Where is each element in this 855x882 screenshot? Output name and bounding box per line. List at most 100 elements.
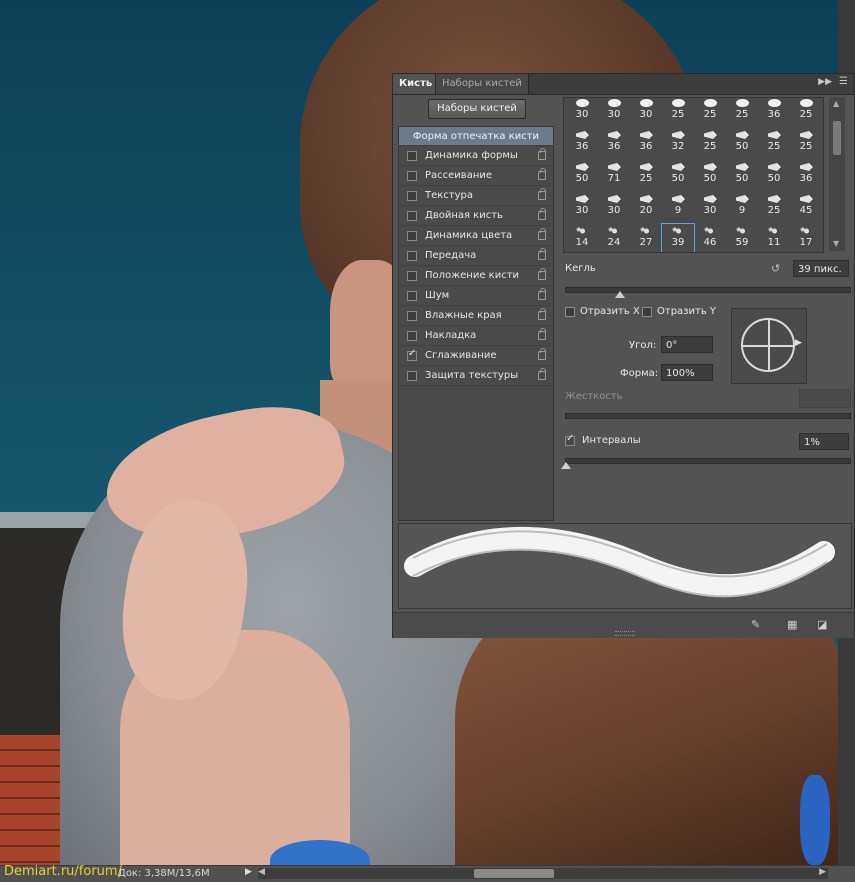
brush-tip[interactable]: 50	[726, 128, 758, 160]
reset-size-icon[interactable]: ↺	[771, 262, 780, 275]
lock-icon[interactable]	[538, 148, 546, 160]
scroll-thumb[interactable]	[474, 869, 554, 878]
spacing-box[interactable]	[565, 433, 575, 446]
option-checkbox[interactable]	[407, 231, 417, 241]
size-slider-knob[interactable]	[614, 291, 625, 298]
angle-field[interactable]: 0°	[661, 336, 713, 353]
lock-icon[interactable]	[538, 348, 546, 360]
new-preset-icon[interactable]: ◪	[817, 618, 827, 631]
lock-icon[interactable]	[538, 328, 546, 340]
brush-tip[interactable]: 36	[758, 98, 790, 128]
lock-icon[interactable]	[538, 208, 546, 220]
tips-scroll-thumb[interactable]	[833, 121, 841, 155]
brush-tip[interactable]: 30	[598, 98, 630, 128]
brush-tip[interactable]: 46	[694, 224, 726, 252]
brush-tip[interactable]: 25	[694, 98, 726, 128]
brush-tip[interactable]: 50	[662, 160, 694, 192]
tips-scrollbar[interactable]: ▲ ▼	[829, 97, 845, 251]
panel-menu-icon[interactable]: ☰	[839, 76, 848, 87]
brush-tip[interactable]: 39	[661, 223, 695, 252]
lock-icon[interactable]	[538, 268, 546, 280]
brush-tip[interactable]: 30	[566, 98, 598, 128]
lock-icon[interactable]	[538, 248, 546, 260]
scroll-right-icon[interactable]: ▶	[819, 867, 826, 877]
brush-tip[interactable]: 36	[630, 128, 662, 160]
roundness-field[interactable]: 100%	[661, 364, 713, 381]
brush-tip[interactable]: 50	[726, 160, 758, 192]
brush-tip[interactable]: 36	[790, 160, 822, 192]
brush-option-row[interactable]: Положение кисти	[399, 267, 553, 286]
brush-option-row[interactable]: Текстура	[399, 187, 553, 206]
brush-tip[interactable]: 25	[790, 98, 822, 128]
double-chevron-right-icon[interactable]: ▶▶	[818, 77, 832, 87]
brush-option-row[interactable]: Передача	[399, 247, 553, 266]
brush-option-row[interactable]: Накладка	[399, 327, 553, 346]
tab-brush-presets[interactable]: Наборы кистей	[435, 74, 529, 94]
brush-tip[interactable]: 25	[630, 160, 662, 192]
option-checkbox[interactable]	[407, 271, 417, 281]
brush-tip[interactable]: 30	[630, 98, 662, 128]
brush-tip[interactable]: 25	[726, 98, 758, 128]
brush-option-row[interactable]: Защита текстуры	[399, 367, 553, 386]
brush-tip[interactable]: 17	[790, 224, 822, 252]
brush-option-row[interactable]: Динамика формы	[399, 147, 553, 166]
scroll-down-icon[interactable]: ▼	[833, 239, 839, 248]
brush-tip[interactable]: 25	[662, 98, 694, 128]
brush-option-row[interactable]: Шум	[399, 287, 553, 306]
size-slider[interactable]	[565, 287, 851, 298]
brush-tip[interactable]: 9	[662, 192, 694, 224]
brush-tip[interactable]: 71	[598, 160, 630, 192]
scroll-up-icon[interactable]: ▲	[833, 99, 839, 108]
spacing-field[interactable]: 1%	[799, 433, 849, 450]
brush-tip[interactable]: 20	[630, 192, 662, 224]
brush-tip[interactable]: 11	[758, 224, 790, 252]
play-arrow-icon[interactable]: ▶	[245, 867, 252, 877]
option-checkbox[interactable]	[407, 171, 417, 181]
brush-tip[interactable]: 24	[598, 224, 630, 252]
brush-tip[interactable]: 25	[758, 128, 790, 160]
option-checkbox[interactable]	[407, 348, 417, 361]
brush-tip[interactable]: 50	[566, 160, 598, 192]
option-checkbox[interactable]	[407, 211, 417, 221]
brush-toggle-icon[interactable]: ✎	[751, 618, 760, 631]
size-field[interactable]: 39 пикс.	[793, 260, 849, 277]
resize-grip[interactable]	[615, 631, 635, 636]
angle-roundness-widget[interactable]: ▶	[731, 308, 807, 384]
flip-y-box[interactable]	[642, 307, 652, 317]
brush-tip[interactable]: 50	[758, 160, 790, 192]
brush-tip[interactable]: 25	[694, 128, 726, 160]
brush-option-row[interactable]: Двойная кисть	[399, 207, 553, 226]
option-checkbox[interactable]	[407, 311, 417, 321]
brush-tip-shape-item[interactable]: Форма отпечатка кисти	[399, 127, 553, 146]
angle-arrow-icon[interactable]: ▶	[795, 338, 802, 348]
option-checkbox[interactable]	[407, 151, 417, 161]
brush-tip[interactable]: 59	[726, 224, 758, 252]
brush-tip[interactable]: 27	[630, 224, 662, 252]
brush-tip[interactable]: 9	[726, 192, 758, 224]
brush-tip[interactable]: 30	[598, 192, 630, 224]
brush-option-row[interactable]: Сглаживание	[399, 347, 553, 366]
brush-tip[interactable]: 36	[566, 128, 598, 160]
brush-tip[interactable]: 50	[694, 160, 726, 192]
option-checkbox[interactable]	[407, 251, 417, 261]
lock-icon[interactable]	[538, 188, 546, 200]
grid-icon[interactable]: ▦	[787, 618, 797, 631]
brush-tip[interactable]: 30	[694, 192, 726, 224]
brush-tip[interactable]: 14	[566, 224, 598, 252]
option-checkbox[interactable]	[407, 191, 417, 201]
brush-tip[interactable]: 32	[662, 128, 694, 160]
lock-icon[interactable]	[538, 368, 546, 380]
option-checkbox[interactable]	[407, 371, 417, 381]
spacing-slider-knob[interactable]	[561, 462, 571, 469]
lock-icon[interactable]	[538, 228, 546, 240]
lock-icon[interactable]	[538, 168, 546, 180]
brush-tip[interactable]: 45	[790, 192, 822, 224]
lock-icon[interactable]	[538, 308, 546, 320]
spacing-slider[interactable]	[561, 458, 851, 469]
brush-tip[interactable]: 25	[790, 128, 822, 160]
lock-icon[interactable]	[538, 288, 546, 300]
scroll-left-icon[interactable]: ◀	[258, 867, 265, 877]
brush-option-row[interactable]: Динамика цвета	[399, 227, 553, 246]
brush-option-row[interactable]: Влажные края	[399, 307, 553, 326]
brush-option-row[interactable]: Рассеивание	[399, 167, 553, 186]
